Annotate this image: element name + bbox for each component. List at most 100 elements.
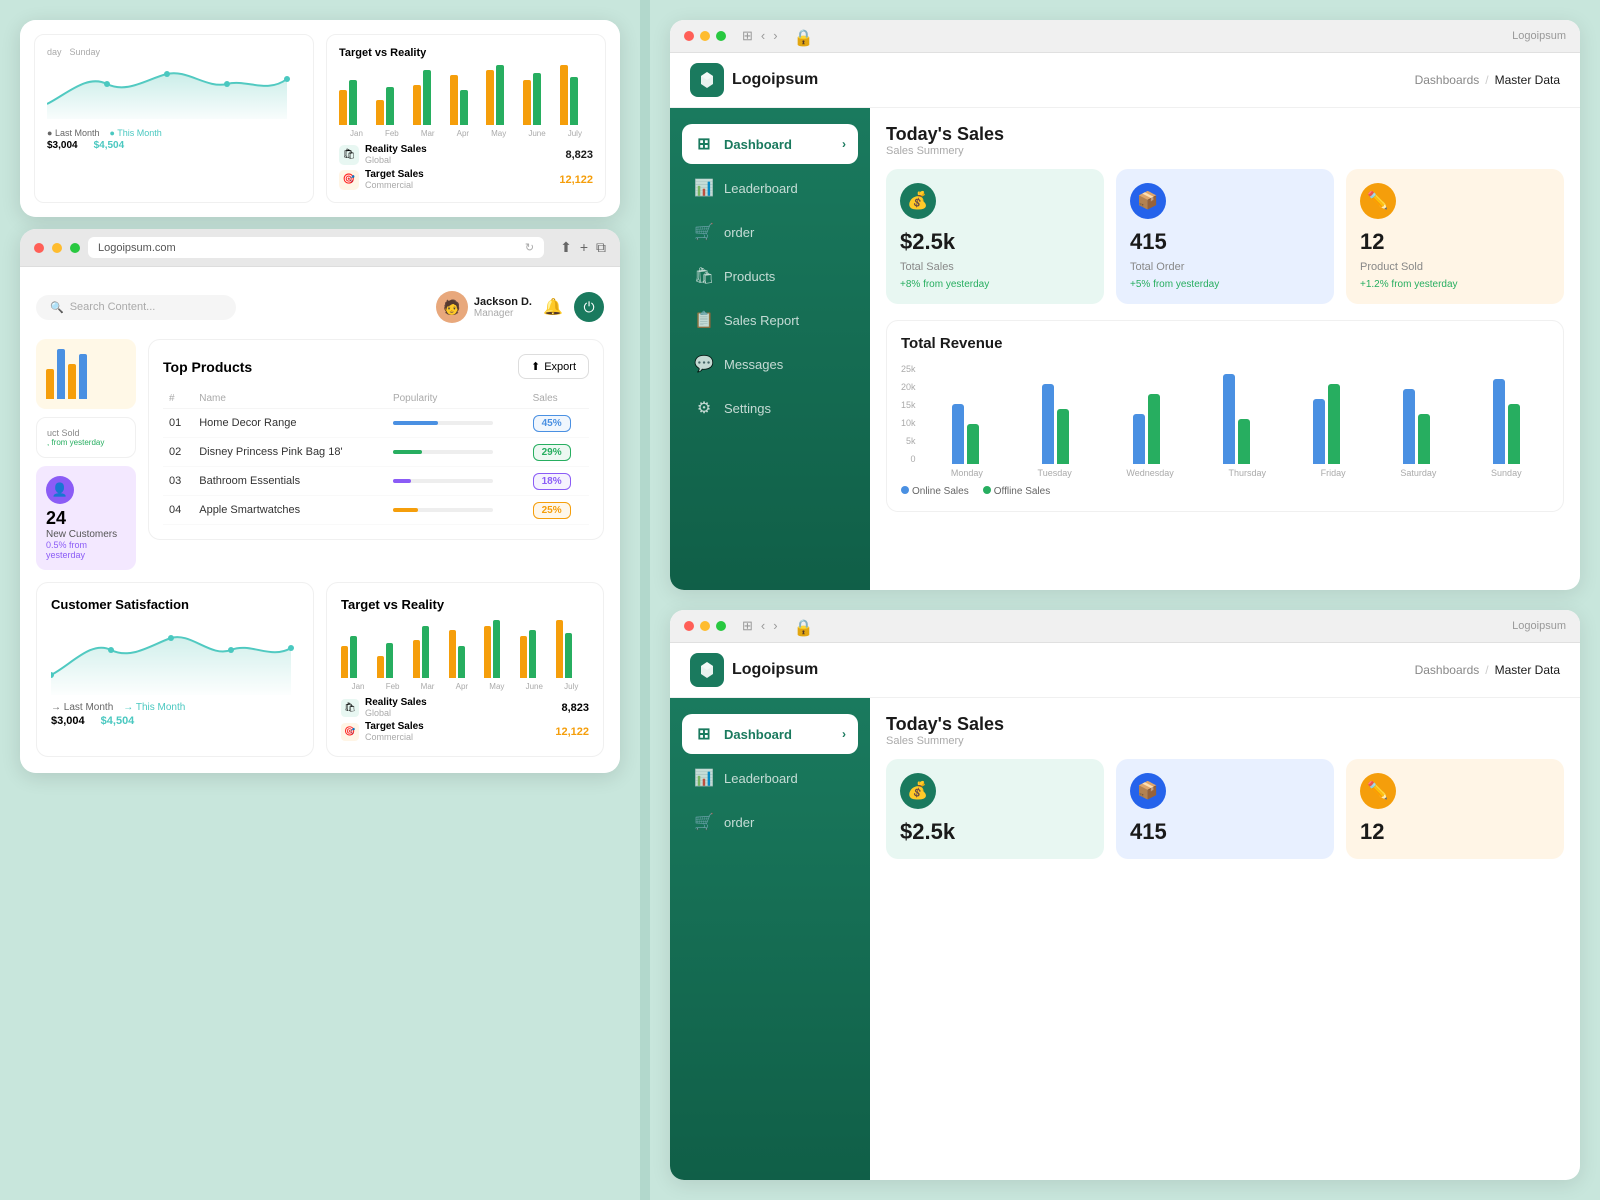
cs-title: Customer Satisfaction [51, 597, 299, 612]
col-popularity: Popularity [387, 389, 527, 409]
win-forward-icon[interactable]: › [773, 28, 777, 44]
sales-title-bottom: Today's Sales [886, 714, 1564, 735]
browser-content: 🔍 Search Content... 🧑 Jackson D. Manager… [20, 267, 620, 773]
total-sales-card: 💰 $2.5k Total Sales +8% from yesterday [886, 169, 1104, 304]
tvr-title: Target vs Reality [341, 597, 589, 612]
table-row: 02 Disney Princess Pink Bag 18' 29% [163, 438, 589, 467]
total-sales-icon: 💰 [900, 183, 936, 219]
y-axis-top: 25k20k15k10k5k0 [901, 364, 916, 464]
top-products-section: Top Products ⬆ Export # Name [148, 339, 604, 570]
main-content: uct Sold , from yesterday 👤 24 New Custo… [36, 339, 604, 570]
minimize-dot[interactable] [52, 243, 62, 253]
settings-icon: ⚙ [694, 398, 714, 418]
sidebar-item-order-bottom[interactable]: 🛒 order [682, 802, 858, 842]
win-lock-icon-b: 🔒 [794, 618, 810, 634]
rev-legend-top: Online Sales Offline Sales [901, 486, 1549, 497]
win-max-bottom[interactable] [716, 621, 726, 631]
mini-bar-chart [36, 339, 136, 409]
share-icon[interactable]: ⬆ [560, 239, 572, 256]
rev-x-labels-top: MondayTuesdayWednesdayThursdayFridaySatu… [924, 468, 1549, 478]
notification-icon[interactable]: 🔔 [538, 292, 568, 322]
product-sold-icon: ✏️ [1360, 183, 1396, 219]
stats-row-top: 💰 $2.5k Total Sales +8% from yesterday 📦… [886, 169, 1564, 304]
line-chart-svg-top [47, 59, 301, 119]
top-browser-card: daySunday [20, 20, 620, 217]
revenue-section-top: Total Revenue 25k20k15k10k5k0 MondayTues… [886, 320, 1564, 512]
total-sales-icon-b: 💰 [900, 773, 936, 809]
tvr-bar-chart-top [339, 65, 593, 125]
reality-sales-row: 🛍 Reality Sales Global 8,823 [339, 144, 593, 165]
sidebar-item-products-top[interactable]: 🛍 Products [682, 256, 858, 296]
table-row: 04 Apple Smartwatches 25% [163, 496, 589, 525]
chevron-right-icon-b: › [842, 727, 846, 741]
breadcrumb-top: Dashboards / Master Data [1415, 73, 1560, 87]
col-sales: Sales [527, 389, 589, 409]
table-row: 03 Bathroom Essentials 18% [163, 467, 589, 496]
sidebar-item-leaderboard-bottom[interactable]: 📊 Leaderboard [682, 758, 858, 798]
add-tab-icon[interactable]: + [580, 239, 588, 256]
sidebar-bottom: ⊞ Dashboard › 📊 Leaderboard 🛒 order [670, 698, 870, 1180]
copy-icon[interactable]: ⧉ [596, 239, 606, 256]
product-sold-icon-b: ✏️ [1360, 773, 1396, 809]
user-row: 🔍 Search Content... 🧑 Jackson D. Manager… [36, 283, 604, 331]
new-customers-card: 👤 24 New Customers 0.5% from yesterday [36, 466, 136, 570]
power-icon[interactable]: ⏻ [574, 292, 604, 322]
user-info: 🧑 Jackson D. Manager 🔔 ⏻ [436, 291, 604, 323]
win-chrome-bottom: ⊞ ‹ › 🔒 Logoipsum [670, 610, 1580, 643]
win-max-top[interactable] [716, 31, 726, 41]
breadcrumb-bottom: Dashboards / Master Data [1415, 663, 1560, 677]
leaderboard-icon-b: 📊 [694, 768, 714, 788]
main-area-bottom: Today's Sales Sales Summery 💰 $2.5k 📦 41… [870, 698, 1580, 1180]
win-min-bottom[interactable] [700, 621, 710, 631]
app-header-bottom: Logoipsum Dashboards / Master Data [670, 643, 1580, 698]
expand-dot[interactable] [70, 243, 80, 253]
sidebar-item-order-top[interactable]: 🛒 order [682, 212, 858, 252]
search-bar[interactable]: 🔍 Search Content... [36, 295, 236, 320]
sales-subtitle-bottom: Sales Summery [886, 735, 1564, 747]
line-chart-legend: ● Last Month ● This Month [47, 128, 301, 138]
win-forward-icon-b[interactable]: › [773, 618, 777, 634]
product-sold-card-b: ✏️ 12 [1346, 759, 1564, 859]
sales-subtitle-top: Sales Summery [886, 145, 1564, 157]
messages-icon: 💬 [694, 354, 714, 374]
cs-chart [51, 620, 299, 695]
total-order-card: 📦 415 Total Order +5% from yesterday [1116, 169, 1334, 304]
target-sales-row: 🎯 Target Sales Commercial 12,122 [339, 169, 593, 190]
order-icon-b: 🛒 [694, 812, 714, 832]
sidebar-item-dashboard-bottom[interactable]: ⊞ Dashboard › [682, 714, 858, 754]
sidebar-item-messages-top[interactable]: 💬 Messages [682, 344, 858, 384]
search-icon: 🔍 [50, 301, 64, 314]
sidebar-item-settings-top[interactable]: ⚙ Settings [682, 388, 858, 428]
win-min-top[interactable] [700, 31, 710, 41]
salesreport-icon: 📋 [694, 310, 714, 330]
customer-satisfaction-card: Customer Satisfaction [36, 582, 314, 757]
leaderboard-icon: 📊 [694, 178, 714, 198]
total-order-card-b: 📦 415 [1116, 759, 1334, 859]
win-back-icon-b[interactable]: ‹ [761, 618, 765, 634]
order-icon: 🛒 [694, 222, 714, 242]
col-num: # [163, 389, 193, 409]
win-body-bottom: ⊞ Dashboard › 📊 Leaderboard 🛒 order Toda… [670, 698, 1580, 1180]
cs-chart-top: daySunday [34, 34, 314, 203]
win-nav-top: ⊞ ‹ › [742, 28, 778, 44]
sidebar-item-salesreport-top[interactable]: 📋 Sales Report [682, 300, 858, 340]
left-stats-col: uct Sold , from yesterday 👤 24 New Custo… [36, 339, 136, 570]
top-products-card: Top Products ⬆ Export # Name [148, 339, 604, 540]
close-dot[interactable] [34, 243, 44, 253]
total-sales-card-b: 💰 $2.5k [886, 759, 1104, 859]
sidebar-item-leaderboard-top[interactable]: 📊 Leaderboard [682, 168, 858, 208]
customers-icon: 👤 [46, 476, 74, 504]
win-close-top[interactable] [684, 31, 694, 41]
url-bar[interactable]: Logoipsum.com ↻ [88, 237, 544, 258]
sales-title-top: Today's Sales [886, 124, 1564, 145]
tvr-chart-top: Target vs Reality [326, 34, 606, 203]
win-back-icon[interactable]: ‹ [761, 28, 765, 44]
win-body-top: ⊞ Dashboard › 📊 Leaderboard 🛒 order 🛍 Pr… [670, 108, 1580, 590]
logo-icon-top [690, 63, 724, 97]
revenue-title-top: Total Revenue [901, 335, 1549, 352]
total-order-icon: 📦 [1130, 183, 1166, 219]
products-icon: 🛍 [694, 266, 714, 286]
win-close-bottom[interactable] [684, 621, 694, 631]
export-button[interactable]: ⬆ Export [518, 354, 589, 379]
sidebar-item-dashboard-top[interactable]: ⊞ Dashboard › [682, 124, 858, 164]
